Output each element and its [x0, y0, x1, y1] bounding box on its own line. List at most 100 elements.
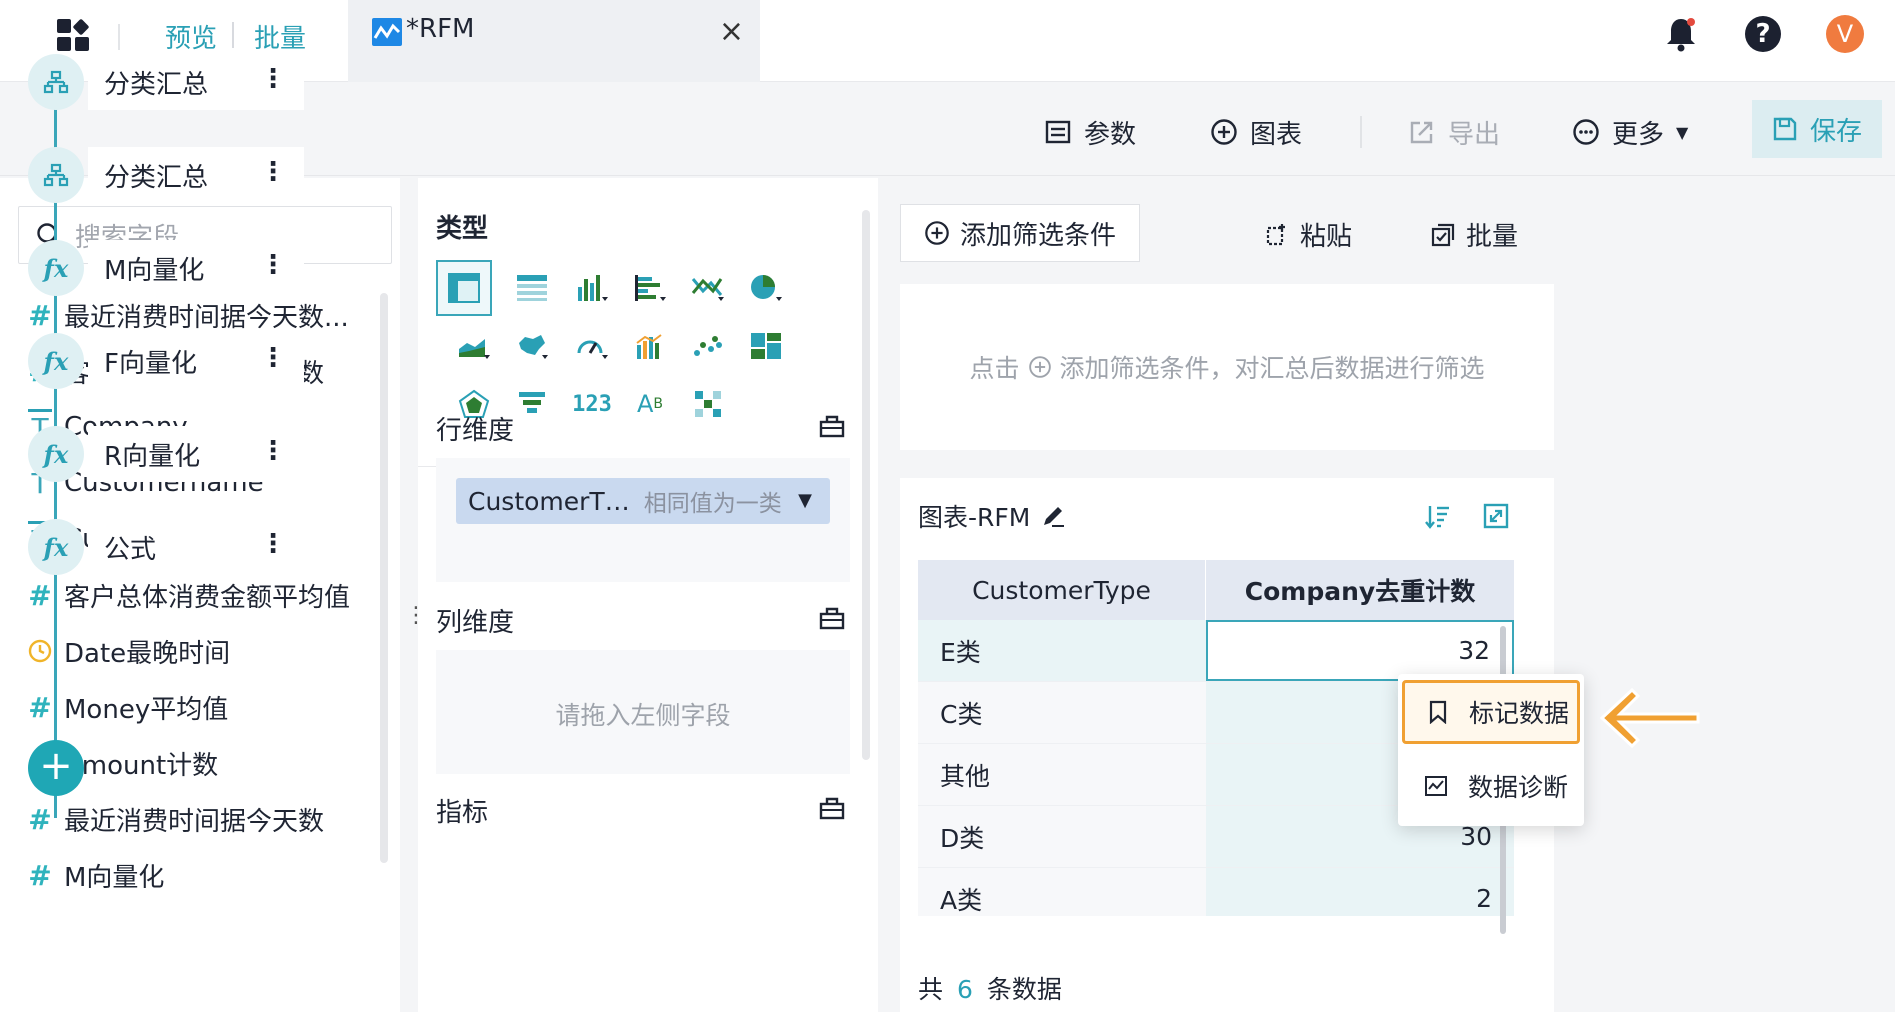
more-button[interactable]: 更多 ▼ — [1572, 112, 1688, 152]
table-header: CustomerType Company去重计数 — [918, 560, 1514, 620]
step-card[interactable]: F向量化 ⋮ — [88, 333, 304, 389]
row-dimension-chip[interactable]: CustomerT… 相同值为一类 ▼ — [456, 478, 830, 524]
table-cell[interactable]: 2 — [1206, 868, 1514, 916]
step-card[interactable]: 公式 ⋮ — [88, 519, 304, 575]
avatar[interactable]: V — [1826, 15, 1864, 53]
table-cell[interactable]: 其他 — [918, 744, 1206, 805]
step-card[interactable]: 分类汇总 ⋮ — [88, 147, 304, 203]
add-chart-button[interactable]: 图表 — [1210, 112, 1302, 152]
step-item[interactable]: fx F向量化 ⋮ — [28, 329, 318, 393]
gauge-chart-icon[interactable] — [564, 318, 620, 374]
diagnose-icon — [1425, 776, 1447, 796]
tab-rfm[interactable]: *RFM × — [348, 0, 760, 82]
scrollbar[interactable] — [862, 210, 870, 760]
row-dimension-dropzone[interactable]: CustomerT… 相同值为一类 ▼ — [436, 458, 850, 582]
field-label: Date最晚时间 — [64, 638, 231, 669]
kpi-chart-icon[interactable]: 123 — [564, 376, 620, 432]
table-cell[interactable]: E类 — [918, 620, 1206, 681]
toolbox-icon[interactable] — [818, 412, 846, 440]
group-icon — [28, 54, 84, 110]
filter-hint-prefix: 点击 — [969, 354, 1020, 383]
field-item[interactable]: # 客户总体消费金额平均值 — [28, 575, 350, 615]
table-cell[interactable]: 32 — [1206, 620, 1514, 681]
params-button[interactable]: 参数 — [1044, 112, 1136, 152]
paste-icon — [1266, 223, 1285, 245]
number-field-icon: # — [28, 858, 52, 892]
save-button[interactable]: 保存 — [1752, 100, 1882, 158]
step-label: R向量化 — [104, 441, 201, 472]
divider — [1360, 116, 1362, 148]
sort-icon[interactable] — [1424, 502, 1452, 530]
plus-circle-icon — [1211, 119, 1237, 145]
field-item[interactable]: # 最近消费时间据今天数 — [28, 799, 324, 839]
paste-button[interactable]: 粘贴 — [1264, 216, 1352, 253]
expand-icon[interactable] — [1482, 502, 1510, 530]
step-item[interactable]: fx 公式 ⋮ — [28, 515, 318, 579]
filter-area[interactable]: 点击 添加筛选条件，对汇总后数据进行筛选 — [900, 284, 1554, 450]
field-label: Amount计数 — [64, 750, 219, 781]
number-field-icon: # — [28, 578, 52, 612]
params-label: 参数 — [1084, 119, 1137, 150]
data-diagnose-menu-item[interactable]: 数据诊断 — [1402, 754, 1580, 818]
column-header[interactable]: Company去重计数 — [1206, 560, 1514, 620]
step-card[interactable]: M向量化 ⋮ — [88, 240, 304, 296]
column-dimension-label: 列维度 — [436, 608, 515, 638]
line-chart-icon[interactable] — [680, 260, 736, 316]
batch-button[interactable]: 批量 — [1430, 216, 1518, 253]
more-vertical-icon[interactable]: ⋮ — [260, 64, 286, 94]
mark-data-menu-item[interactable]: 标记数据 — [1402, 680, 1580, 744]
plus-circle-icon — [925, 221, 949, 245]
scatter-chart-icon[interactable] — [680, 318, 736, 374]
more-vertical-icon[interactable]: ⋮ — [260, 250, 286, 280]
table-cell[interactable]: A类 — [918, 868, 1206, 916]
pie-chart-icon[interactable] — [738, 260, 794, 316]
area-chart-icon[interactable] — [446, 318, 502, 374]
bar-chart-icon[interactable] — [564, 260, 620, 316]
field-item[interactable]: # M向量化 — [28, 855, 164, 895]
field-label: 客户总体消费金额平均值 — [64, 582, 351, 613]
divider — [232, 22, 234, 48]
map-chart-icon[interactable] — [504, 318, 560, 374]
add-step-button[interactable]: + — [28, 740, 84, 796]
table-cell[interactable]: C类 — [918, 682, 1206, 743]
detail-table-icon[interactable] — [504, 260, 560, 316]
add-filter-button[interactable]: 添加筛选条件 — [900, 204, 1140, 262]
scrollbar[interactable] — [380, 293, 388, 863]
horizontal-bar-icon[interactable] — [622, 260, 678, 316]
export-button[interactable]: 导出 — [1408, 112, 1500, 152]
more-vertical-icon[interactable]: ⋮ — [260, 343, 286, 373]
heatmap-chart-icon[interactable] — [680, 376, 736, 432]
combo-chart-icon[interactable] — [622, 318, 678, 374]
step-item[interactable]: 分类汇总 ⋮ — [28, 143, 318, 207]
number-field-icon: # — [28, 802, 52, 836]
chart-title-text: 图表-RFM — [918, 503, 1031, 532]
cross-table-icon[interactable] — [436, 260, 492, 316]
fx-icon: fx — [28, 519, 84, 575]
close-icon[interactable]: × — [719, 14, 744, 49]
apps-icon[interactable] — [56, 18, 90, 52]
field-item[interactable]: Date最晚时间 — [28, 631, 230, 671]
column-header[interactable]: CustomerType — [918, 560, 1206, 620]
plus-circle-icon — [1028, 356, 1051, 378]
edit-icon[interactable] — [1040, 503, 1066, 529]
toolbox-icon[interactable] — [818, 604, 846, 632]
step-item[interactable]: fx M向量化 ⋮ — [28, 236, 318, 300]
treemap-chart-icon[interactable] — [738, 318, 794, 374]
table-row[interactable]: A类 2 — [918, 868, 1514, 916]
more-vertical-icon[interactable]: ⋮ — [260, 529, 286, 559]
step-card[interactable]: R向量化 ⋮ — [88, 426, 304, 482]
caret-down-icon[interactable]: ▼ — [798, 490, 812, 511]
step-item[interactable]: 分类汇总 ⋮ — [28, 50, 318, 114]
column-dimension-dropzone[interactable]: 请拖入左侧字段 — [436, 650, 850, 774]
more-vertical-icon[interactable]: ⋮ — [260, 157, 286, 187]
word-cloud-icon[interactable]: AB — [622, 376, 678, 432]
step-card[interactable]: 分类汇总 ⋮ — [88, 54, 304, 110]
field-item[interactable]: # Money平均值 — [28, 687, 228, 727]
table-cell[interactable]: D类 — [918, 806, 1206, 867]
bell-icon[interactable] — [1664, 16, 1698, 52]
more-vertical-icon[interactable]: ⋮ — [260, 436, 286, 466]
step-item[interactable]: fx R向量化 ⋮ — [28, 422, 318, 486]
table-row[interactable]: E类 32 — [918, 620, 1514, 682]
help-icon[interactable]: ? — [1745, 16, 1781, 52]
toolbox-icon[interactable] — [818, 794, 846, 822]
